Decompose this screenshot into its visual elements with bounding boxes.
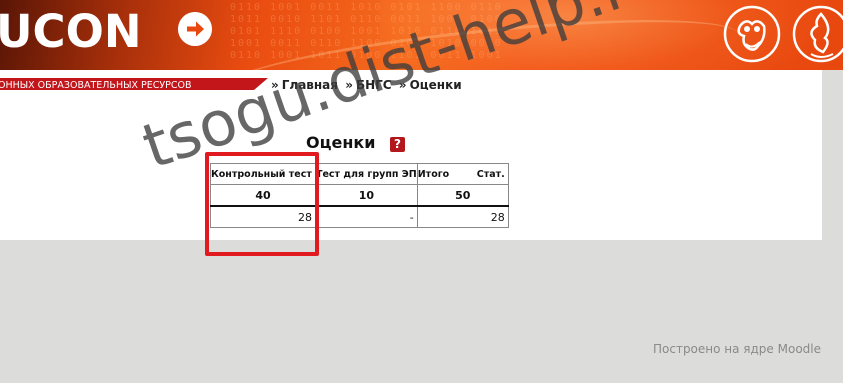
max-score-cell: 50 (416, 184, 509, 207)
total-label: Итого (417, 168, 450, 180)
site-logo[interactable]: UCON (0, 9, 141, 54)
stat-label[interactable]: Стат. (477, 169, 508, 180)
footer-powered-by[interactable]: Построено на ядре Moodle (653, 341, 821, 357)
column-header-group-test[interactable]: Тест для групп ЭП (315, 163, 418, 185)
owl-emblem-icon (723, 5, 781, 63)
grade-cell: - (315, 205, 418, 228)
max-score-cell: 10 (315, 184, 418, 207)
grade-cell: 28 (416, 205, 509, 228)
column-header-total[interactable]: Итого Стат. (416, 163, 509, 185)
flame-emblem-icon (792, 5, 843, 63)
logo-arrow-icon (178, 12, 212, 46)
